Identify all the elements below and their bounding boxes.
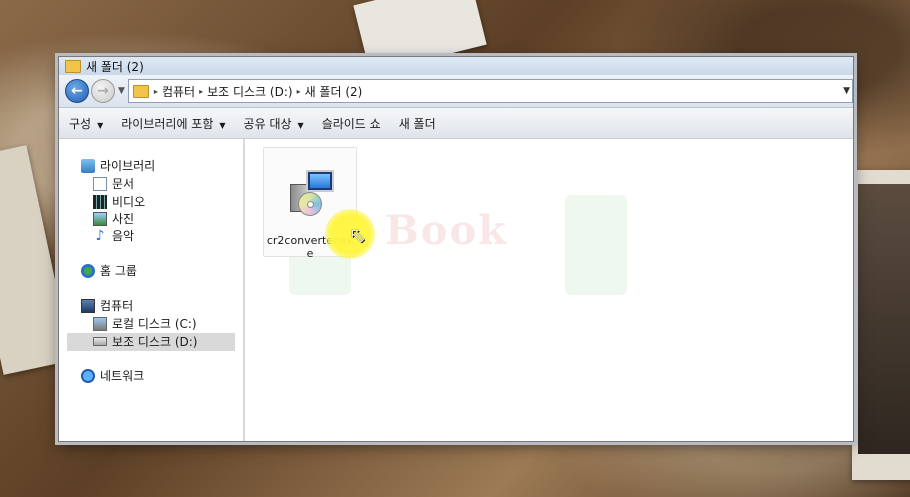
address-dropdown-icon[interactable]: ▼ <box>843 86 850 96</box>
chevron-down-icon: ▼ <box>219 120 226 130</box>
recent-pages-dropdown-icon[interactable]: ▼ <box>118 86 125 96</box>
forward-button[interactable]: → <box>91 79 115 103</box>
folder-icon <box>65 59 81 73</box>
nav-label: 비디오 <box>112 195 146 209</box>
nav-item-libraries[interactable]: 라이브러리 <box>81 157 155 174</box>
address-bar-area: ← → ▼ ▸ 컴퓨터 ▸ 보조 디스크 (D:) ▸ 새 폴더 (2) ▼ <box>59 75 853 108</box>
network-icon <box>81 368 95 383</box>
library-icon <box>81 158 95 173</box>
installer-icon <box>288 170 334 216</box>
chevron-right-icon[interactable]: ▸ <box>297 87 301 96</box>
mouse-pointer-icon: ⬁ <box>349 223 366 247</box>
navigation-pane: 라이브러리 문서 비디오 사진 ♪ 음악 홈 그룹 컴퓨터 로컬 디스크 (C:… <box>59 139 245 441</box>
chevron-right-icon[interactable]: ▸ <box>154 87 158 96</box>
title-bar[interactable]: 새 폴더 (2) <box>59 57 853 75</box>
document-icon <box>93 176 107 191</box>
nav-label: 음악 <box>112 229 135 243</box>
slideshow-button[interactable]: 슬라이드 쇼 <box>322 115 381 132</box>
nav-item-aux-disk[interactable]: 보조 디스크 (D:) <box>93 333 197 350</box>
video-icon <box>93 194 107 209</box>
breadcrumb-aux-disk[interactable]: 보조 디스크 (D:) <box>207 83 292 100</box>
nav-label: 보조 디스크 (D:) <box>112 335 198 349</box>
command-bar: 구성 ▼ 라이브러리에 포함 ▼ 공유 대상 ▼ 슬라이드 쇼 새 폴더 <box>59 108 853 139</box>
breadcrumb-computer[interactable]: 컴퓨터 <box>162 83 195 100</box>
share-with-button[interactable]: 공유 대상 ▼ <box>244 115 304 132</box>
folder-icon <box>132 84 149 98</box>
back-button[interactable]: ← <box>65 79 89 103</box>
include-in-library-button[interactable]: 라이브러리에 포함 ▼ <box>121 115 225 132</box>
nav-item-local-disk[interactable]: 로컬 디스크 (C:) <box>93 315 197 332</box>
homegroup-icon <box>81 263 95 278</box>
nav-item-homegroup[interactable]: 홈 그룹 <box>81 262 137 279</box>
watermark-shape <box>565 195 627 295</box>
music-note-icon: ♪ <box>95 227 105 244</box>
nav-item-music[interactable]: ♪ 음악 <box>93 227 135 244</box>
chevron-right-icon[interactable]: ▸ <box>199 87 203 96</box>
chevron-down-icon: ▼ <box>297 120 304 130</box>
nav-label: 문서 <box>112 177 135 191</box>
explorer-body: 라이브러리 문서 비디오 사진 ♪ 음악 홈 그룹 컴퓨터 로컬 디스크 (C:… <box>59 139 853 441</box>
chevron-down-icon: ▼ <box>97 120 104 130</box>
address-bar[interactable]: ▸ 컴퓨터 ▸ 보조 디스크 (D:) ▸ 새 폴더 (2) ▼ <box>127 79 853 103</box>
drive-icon <box>93 337 107 346</box>
window-title: 새 폴더 (2) <box>86 59 144 74</box>
picture-icon <box>93 211 107 226</box>
nav-label: 네트워크 <box>100 369 145 383</box>
new-folder-button[interactable]: 새 폴더 <box>399 115 436 132</box>
file-list-pane[interactable]: Book cr2converter.exe ⬁ <box>245 139 853 441</box>
watermark-text: Book <box>385 207 508 254</box>
nav-item-videos[interactable]: 비디오 <box>93 193 145 210</box>
background-card <box>852 170 910 480</box>
nav-item-computer[interactable]: 컴퓨터 <box>81 297 133 314</box>
nav-label: 컴퓨터 <box>100 299 134 313</box>
explorer-window: 새 폴더 (2) ← → ▼ ▸ 컴퓨터 ▸ 보조 디스크 (D:) ▸ 새 폴… <box>58 56 854 442</box>
organize-button[interactable]: 구성 ▼ <box>69 115 103 132</box>
nav-item-documents[interactable]: 문서 <box>93 175 134 192</box>
nav-label: 라이브러리 <box>100 159 156 173</box>
system-drive-icon <box>93 316 107 331</box>
nav-item-pictures[interactable]: 사진 <box>93 210 134 227</box>
nav-label: 로컬 디스크 (C:) <box>112 317 197 331</box>
nav-label: 홈 그룹 <box>100 264 137 278</box>
nav-label: 사진 <box>112 212 135 226</box>
breadcrumb-current-folder[interactable]: 새 폴더 (2) <box>305 83 363 100</box>
nav-item-network[interactable]: 네트워크 <box>81 367 144 384</box>
computer-icon <box>81 298 95 313</box>
